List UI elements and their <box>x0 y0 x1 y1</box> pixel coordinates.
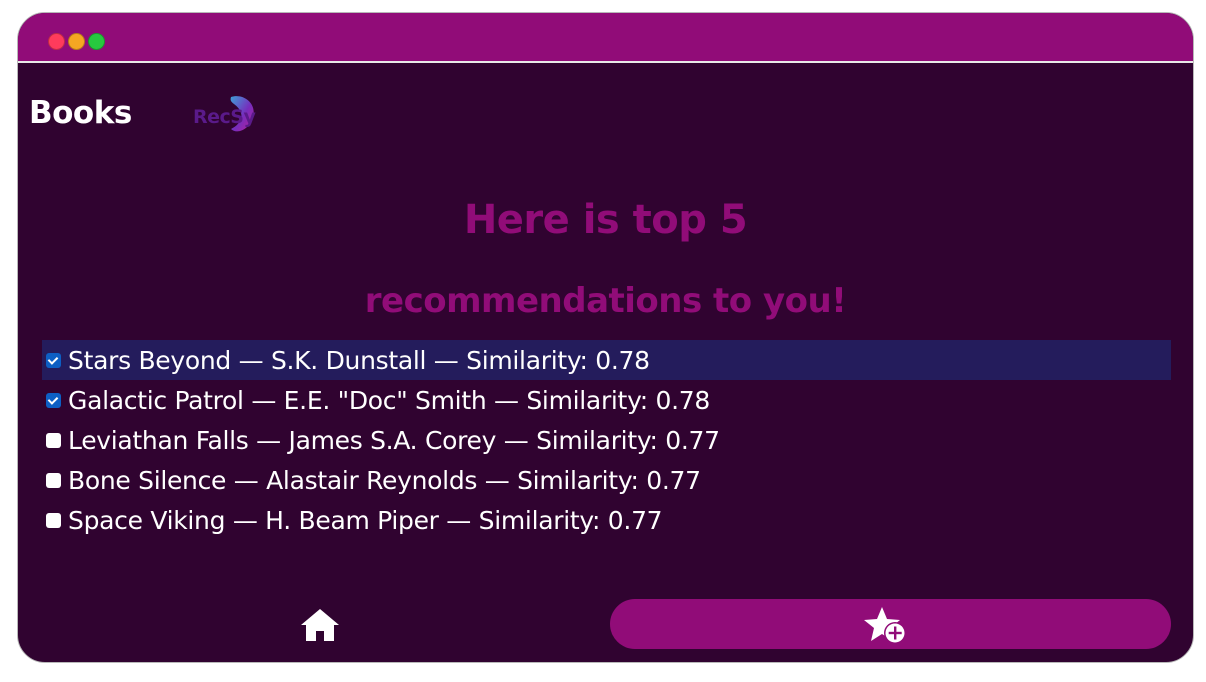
home-button[interactable] <box>298 605 348 649</box>
recsy-logo: RecSy <box>193 89 263 137</box>
recommendation-list: Stars Beyond — S.K. Dunstall — Similarit… <box>42 340 1171 540</box>
minimize-window-button[interactable] <box>68 33 85 50</box>
maximize-window-button[interactable] <box>88 33 105 50</box>
recommendation-checkbox[interactable] <box>46 432 61 448</box>
recommendation-item[interactable]: Galactic Patrol — E.E. "Doc" Smith — Sim… <box>42 380 1171 420</box>
logo-text: RecSy <box>193 106 256 128</box>
recommendation-item[interactable]: Leviathan Falls — James S.A. Corey — Sim… <box>42 420 1171 460</box>
star-plus-icon <box>864 607 906 644</box>
recommendation-checkbox[interactable] <box>46 472 61 488</box>
recommendation-label: Space Viking — H. Beam Piper — Similarit… <box>68 505 663 535</box>
title-bar <box>18 13 1193 63</box>
recommendation-item[interactable]: Bone Silence — Alastair Reynolds — Simil… <box>42 460 1171 500</box>
heading-line-2: recommendations to you! <box>364 281 847 321</box>
home-icon <box>301 609 339 641</box>
recommendation-label: Galactic Patrol — E.E. "Doc" Smith — Sim… <box>68 385 710 415</box>
recommendation-item[interactable]: Stars Beyond — S.K. Dunstall — Similarit… <box>42 340 1171 380</box>
recommendation-label: Stars Beyond — S.K. Dunstall — Similarit… <box>68 345 650 375</box>
recommendation-checkbox[interactable] <box>46 392 61 408</box>
app-title: Books <box>29 95 132 131</box>
recommendation-label: Bone Silence — Alastair Reynolds — Simil… <box>68 465 701 495</box>
app-window: Books RecSy Here is top 5 recommendation… <box>17 12 1194 663</box>
add-favorite-button[interactable] <box>610 599 1171 649</box>
heading-line-1: Here is top 5 <box>463 197 748 243</box>
recommendation-label: Leviathan Falls — James S.A. Corey — Sim… <box>68 425 720 455</box>
recommendation-checkbox[interactable] <box>46 352 61 368</box>
recommendation-item[interactable]: Space Viking — H. Beam Piper — Similarit… <box>42 500 1171 540</box>
close-window-button[interactable] <box>48 33 65 50</box>
recommendation-checkbox[interactable] <box>46 512 61 528</box>
